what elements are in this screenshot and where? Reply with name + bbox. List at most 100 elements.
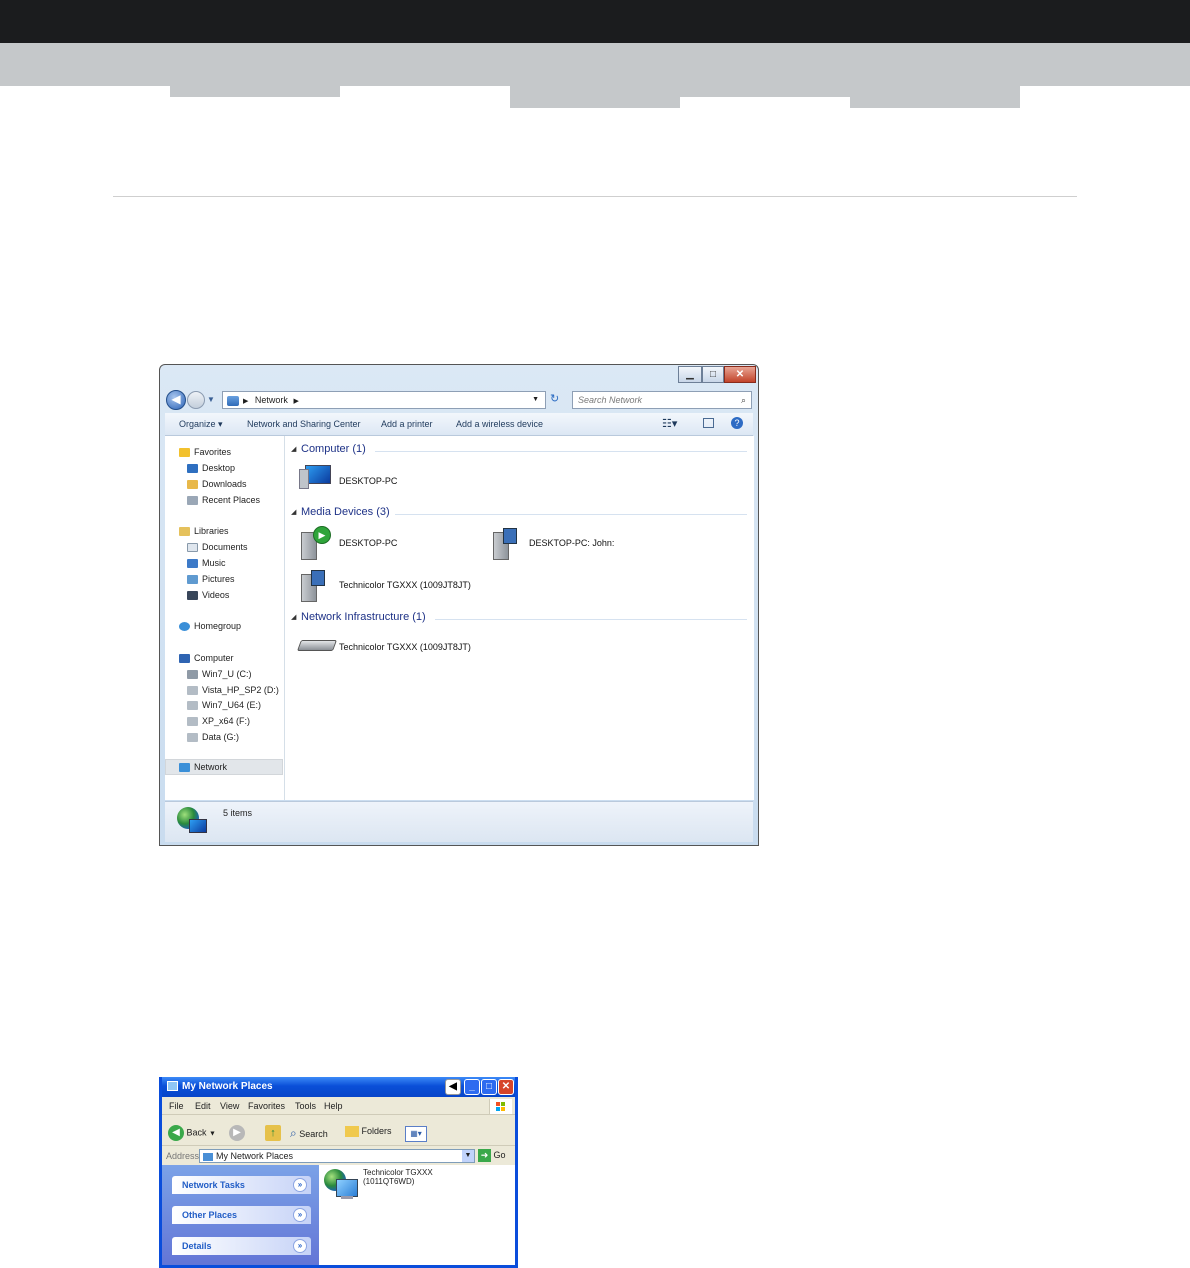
collapse-arrow-icon[interactable]: ◢ — [291, 508, 296, 516]
nav-downloads[interactable]: Downloads — [187, 477, 247, 491]
views-icon[interactable]: ▦▾ — [405, 1126, 427, 1142]
xp-content-pane: Technicolor TGXXX (1011QT6WD) — [319, 1165, 515, 1265]
nav-recent-places[interactable]: Recent Places — [187, 493, 260, 507]
nav-network[interactable]: Network — [179, 760, 227, 774]
panel-network-tasks[interactable]: Network Tasks» — [172, 1176, 311, 1194]
videos-icon — [187, 591, 198, 601]
nav-drive-e[interactable]: Win7_U64 (E:) — [187, 698, 261, 712]
search-input[interactable]: Search Network ⌕ — [572, 391, 752, 409]
media-server-icon[interactable]: ▶ — [301, 526, 333, 560]
collapse-arrow-icon[interactable]: ◢ — [291, 445, 296, 453]
xp-back-arrow-icon[interactable]: ◀ — [445, 1079, 461, 1095]
item-media-desktop-pc[interactable]: DESKTOP-PC — [339, 538, 397, 548]
item-desktop-pc[interactable]: DESKTOP-PC — [339, 476, 397, 486]
xp-forward-button[interactable]: ▶ — [229, 1125, 245, 1141]
nav-drive-f[interactable]: XP_x64 (F:) — [187, 714, 250, 728]
breadcrumb-network[interactable]: Network — [255, 395, 288, 405]
xp-search-button[interactable]: ⌕ Search — [290, 1126, 328, 1141]
menu-favorites[interactable]: Favorites — [248, 1101, 285, 1111]
panel-details[interactable]: Details» — [172, 1237, 311, 1255]
group-divider — [375, 451, 747, 452]
organize-menu[interactable]: Organize ▾ — [179, 419, 223, 430]
xp-address-field[interactable]: My Network Places ▼ — [199, 1149, 475, 1163]
nav-pictures[interactable]: Pictures — [187, 572, 235, 586]
item-media-desktop-pc-john[interactable]: DESKTOP-PC: John: — [529, 538, 614, 548]
nav-desktop[interactable]: Desktop — [187, 461, 235, 475]
refresh-icon[interactable]: ↻ — [550, 392, 559, 405]
nav-libraries[interactable]: Libraries — [179, 524, 229, 538]
nav-computer[interactable]: Computer — [179, 651, 234, 665]
music-icon — [187, 559, 198, 569]
xp-minimize-button[interactable]: _ — [464, 1079, 480, 1095]
nav-homegroup[interactable]: Homegroup — [179, 619, 241, 633]
nav-documents[interactable]: Documents — [187, 540, 248, 554]
up-folder-icon[interactable]: ↑ — [265, 1125, 281, 1141]
media-device-icon[interactable] — [301, 568, 333, 602]
change-view-icon[interactable]: ☷▾ — [662, 417, 677, 430]
group-divider — [435, 619, 747, 620]
xp-go-button[interactable]: ➜ Go — [478, 1149, 506, 1162]
computer-icon — [179, 654, 190, 664]
xp-back-button[interactable]: ◀ Back ▼ — [168, 1125, 216, 1141]
chevron-down-icon[interactable]: » — [293, 1208, 307, 1222]
minimize-button[interactable]: ▁ — [678, 366, 702, 383]
back-arrow-icon: ◀ — [168, 1125, 184, 1141]
networked-computer-icon[interactable] — [324, 1169, 358, 1203]
nav-music[interactable]: Music — [187, 556, 226, 570]
header-tab-2 — [510, 86, 680, 108]
xp-folders-button[interactable]: Folders — [345, 1126, 392, 1138]
back-button[interactable]: ◀ — [166, 390, 186, 410]
computer-monitor-icon[interactable] — [299, 463, 331, 489]
address-bar[interactable]: ▶ Network ▶ ▼ — [222, 391, 546, 409]
item-technicolor-line2[interactable]: (1011QT6WD) — [363, 1177, 414, 1186]
group-header-network-infrastructure[interactable]: Network Infrastructure (1) — [301, 611, 426, 623]
page-top-bar — [0, 0, 1190, 43]
preview-pane-icon[interactable] — [703, 418, 714, 428]
maximize-button[interactable]: □ — [702, 366, 724, 383]
item-technicolor-line1[interactable]: Technicolor TGXXX — [363, 1168, 433, 1177]
nav-drive-g[interactable]: Data (G:) — [187, 730, 239, 744]
navigation-pane: Favorites Desktop Downloads Recent Place… — [165, 436, 285, 800]
dropdown-icon[interactable]: ▼ — [532, 392, 539, 408]
menu-edit[interactable]: Edit — [195, 1101, 211, 1111]
add-printer-button[interactable]: Add a printer — [381, 419, 433, 429]
item-infra-technicolor[interactable]: Technicolor TGXXX (1009JT8JT) — [339, 642, 471, 652]
network-sharing-center-button[interactable]: Network and Sharing Center — [247, 419, 361, 429]
folders-icon — [345, 1126, 359, 1138]
chevron-down-icon[interactable]: » — [293, 1178, 307, 1192]
add-wireless-device-button[interactable]: Add a wireless device — [456, 419, 543, 429]
panel-other-places[interactable]: Other Places» — [172, 1206, 311, 1224]
help-icon[interactable]: ? — [731, 417, 743, 429]
nav-drive-d[interactable]: Vista_HP_SP2 (D:) — [187, 683, 279, 697]
menu-file[interactable]: File — [169, 1101, 184, 1111]
drive-icon — [187, 717, 198, 727]
menu-view[interactable]: View — [220, 1101, 239, 1111]
drive-icon — [187, 670, 198, 680]
group-header-computer[interactable]: Computer (1) — [301, 443, 366, 455]
forward-button[interactable] — [187, 391, 205, 409]
chevron-down-icon[interactable]: » — [293, 1239, 307, 1253]
xp-toolbar: ◀ Back ▼ ▶ ↑ ⌕ Search Folders ▦▾ — [162, 1121, 515, 1146]
menu-tools[interactable]: Tools — [295, 1101, 316, 1111]
nav-drive-c[interactable]: Win7_U (C:) — [187, 667, 252, 681]
xp-maximize-button[interactable]: □ — [481, 1079, 497, 1095]
collapse-arrow-icon[interactable]: ◢ — [291, 613, 296, 621]
magnifier-icon: ⌕ — [290, 1126, 297, 1140]
router-icon[interactable] — [296, 637, 338, 651]
chevron-down-icon[interactable]: ▼ — [462, 1150, 474, 1162]
media-device-icon[interactable] — [493, 526, 525, 560]
group-header-media-devices[interactable]: Media Devices (3) — [301, 506, 390, 518]
item-media-technicolor[interactable]: Technicolor TGXXX (1009JT8JT) — [339, 580, 471, 590]
xp-close-button[interactable]: ✕ — [498, 1079, 514, 1095]
go-arrow-icon: ➜ — [478, 1149, 491, 1162]
section-divider — [113, 196, 1077, 197]
nav-videos[interactable]: Videos — [187, 588, 229, 602]
breadcrumb-arrow-icon: ▶ — [243, 398, 249, 405]
network-places-icon — [167, 1081, 178, 1092]
close-button[interactable]: ✕ — [724, 366, 756, 383]
xp-address-row: Address My Network Places ▼ ➜ Go — [162, 1148, 515, 1165]
nav-favorites[interactable]: Favorites — [179, 445, 231, 459]
drive-icon — [187, 733, 198, 743]
recent-pages-icon[interactable]: ▼ — [207, 395, 215, 404]
menu-help[interactable]: Help — [324, 1101, 343, 1111]
